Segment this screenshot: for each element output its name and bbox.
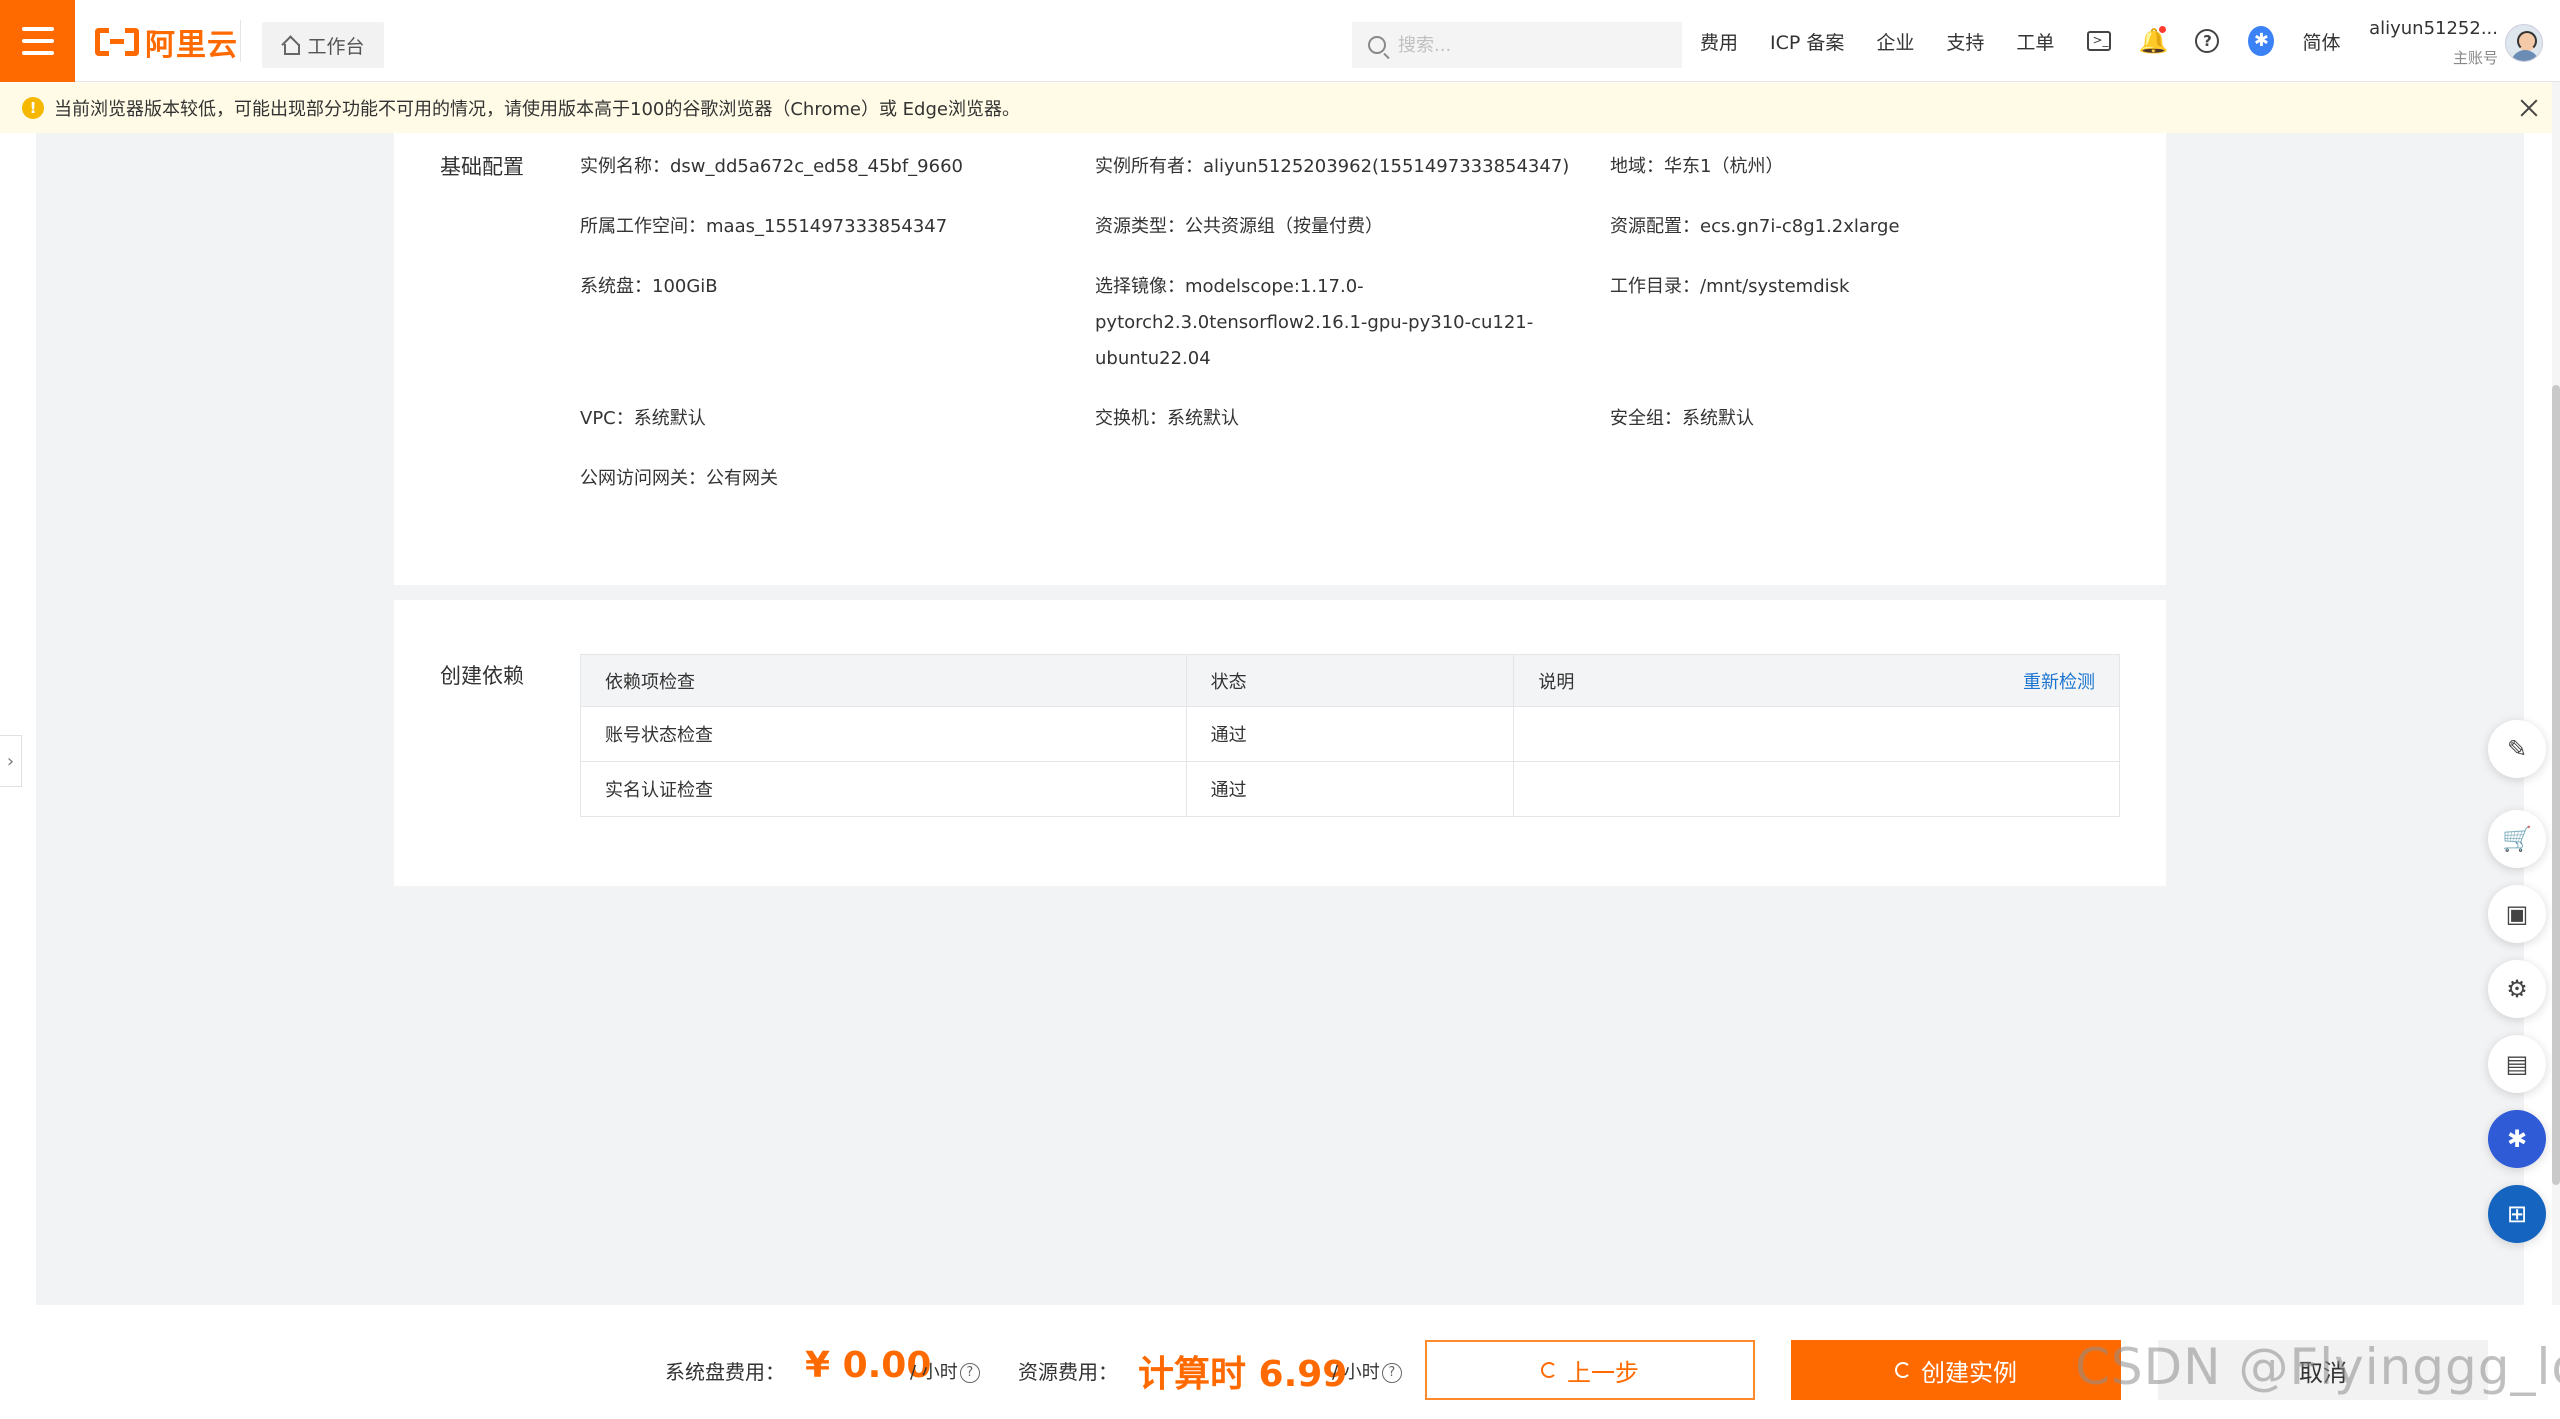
bell-icon[interactable]: 🔔 xyxy=(2139,26,2168,55)
cart-icon[interactable]: 🛒 xyxy=(2488,810,2546,868)
prev-step-button[interactable]: 上一步 xyxy=(1425,1340,1755,1400)
user-role: 主账号 xyxy=(2452,49,2498,67)
divider xyxy=(240,20,241,62)
ai-assistant-float-icon[interactable]: ✱ xyxy=(2488,1110,2546,1168)
public-gateway: 公网访问网关：公有网关 xyxy=(580,468,778,489)
vpc: VPC：系统默认 xyxy=(580,408,706,429)
status-badge: 通过 xyxy=(1185,706,1515,762)
dependency-item: 账号状态检查 xyxy=(580,706,1187,762)
dependency-table: 依赖项检查 状态 说明 重新检测 账号状态检查 通过 实名认证检查 通过 xyxy=(580,654,2120,817)
close-icon[interactable] xyxy=(2516,95,2542,121)
workbench-label: 工作台 xyxy=(307,35,365,58)
security-group: 安全组：系统默认 xyxy=(1610,408,1754,429)
nav-link-icp[interactable]: ICP 备案 xyxy=(1770,28,1844,55)
search-icon xyxy=(1368,36,1386,54)
dependency-item: 实名认证检查 xyxy=(580,761,1187,817)
resource-fee-unit: / 小时? xyxy=(1332,1358,1402,1384)
nav-link-support[interactable]: 支持 xyxy=(1946,28,1984,55)
cancel-label: 取消 xyxy=(2299,1358,2347,1387)
nav-link-fees[interactable]: 费用 xyxy=(1700,28,1738,55)
workbench-button[interactable]: 工作台 xyxy=(262,22,384,68)
resource-fee-price: 计算时 6.99 xyxy=(1138,1354,1348,1395)
warning-icon: ! xyxy=(22,97,44,119)
status-badge: 通过 xyxy=(1185,761,1515,817)
top-navbar: 阿里云 工作台 费用 ICP 备案 企业 支持 工单 >_ 🔔 ? ✱ 简体 a… xyxy=(0,0,2560,82)
table-header-row: 依赖项检查 状态 说明 重新检测 xyxy=(580,654,2120,707)
notification-dot xyxy=(2159,26,2167,33)
search-input[interactable] xyxy=(1398,34,1658,56)
region: 地域：华东1（杭州） xyxy=(1610,156,1784,177)
chevron-right-icon[interactable]: › xyxy=(0,735,22,787)
cancel-button[interactable]: 取消 xyxy=(2158,1340,2488,1400)
search-box[interactable] xyxy=(1352,22,1682,68)
column-header: 状态 xyxy=(1185,654,1515,707)
apps-grid-icon[interactable]: ⊞ xyxy=(2488,1185,2546,1243)
column-header-label: 说明 xyxy=(1538,671,1575,693)
dependency-note xyxy=(1513,761,2120,817)
per-hour-label: / 小时 xyxy=(1332,1362,1380,1383)
user-menu[interactable]: aliyun51252... 主账号 xyxy=(2368,18,2498,68)
resource-type: 资源类型：公共资源组（按量付费） xyxy=(1095,216,1383,237)
nav-links: 费用 ICP 备案 企业 支持 工单 >_ 🔔 ? ✱ 简体 xyxy=(1700,0,2372,82)
instance-name: 实例名称：dsw_dd5a672c_ed58_45bf_9660 xyxy=(580,156,963,177)
vswitch: 交换机：系统默认 xyxy=(1095,408,1239,429)
dependency-title: 创建依赖 xyxy=(440,664,524,688)
dependency-card: 创建依赖 依赖项检查 状态 说明 重新检测 账号状态检查 通过 实名认证检查 通过 xyxy=(394,600,2166,886)
resource-fee-label: 资源费用： xyxy=(1018,1360,1118,1384)
nav-link-tickets[interactable]: 工单 xyxy=(2016,28,2054,55)
prev-step-label: 上一步 xyxy=(1567,1358,1639,1387)
workspace: 所属工作空间：maas_1551497333854347 xyxy=(580,216,948,237)
column-header: 说明 重新检测 xyxy=(1513,654,2120,707)
table-row: 实名认证检查 通过 xyxy=(580,761,2120,817)
per-hour-label: / 小时 xyxy=(910,1362,958,1383)
aliyun-logo-icon xyxy=(95,28,139,56)
edit-icon[interactable]: ✎ xyxy=(2488,720,2546,778)
user-name: aliyun51252... xyxy=(2369,18,2498,39)
warning-text: 当前浏览器版本较低，可能出现部分功能不可用的情况，请使用版本高于100的谷歌浏览… xyxy=(54,99,1020,120)
loading-icon xyxy=(1541,1362,1557,1378)
gear-icon[interactable]: ⚙ xyxy=(2488,960,2546,1018)
image-line-3: ubuntu22.04 xyxy=(1095,348,1211,369)
basic-config-title: 基础配置 xyxy=(440,155,524,179)
work-directory: 工作目录：/mnt/systemdisk xyxy=(1610,276,1850,297)
scrollbar-thumb[interactable] xyxy=(2552,385,2560,1185)
help-icon[interactable]: ? xyxy=(2194,28,2220,54)
terminal-icon[interactable]: >_ xyxy=(2086,28,2112,54)
ai-assistant-icon[interactable]: ✱ xyxy=(2248,26,2275,56)
create-instance-button[interactable]: 创建实例 xyxy=(1791,1340,2121,1400)
system-disk: 系统盘：100GiB xyxy=(580,276,718,297)
instance-owner: 实例所有者：aliyun5125203962(1551497333854347) xyxy=(1095,156,1570,177)
loading-icon xyxy=(1895,1362,1911,1378)
language-switch[interactable]: 简体 xyxy=(2302,28,2340,55)
question-icon[interactable]: ? xyxy=(959,1363,980,1383)
aliyun-logo[interactable]: 阿里云 xyxy=(95,22,238,63)
disk-fee-unit: / 小时? xyxy=(910,1358,980,1384)
disk-fee-label: 系统盘费用： xyxy=(665,1360,785,1384)
resource-spec: 资源配置：ecs.gn7i-c8g1.2xlarge xyxy=(1610,216,1900,237)
home-icon xyxy=(281,36,301,55)
basic-config-card: 基础配置 实例名称：dsw_dd5a672c_ed58_45bf_9660 实例… xyxy=(394,133,2166,585)
browser-warning-banner: ! 当前浏览器版本较低，可能出现部分功能不可用的情况，请使用版本高于100的谷歌… xyxy=(0,83,2560,133)
monitor-icon[interactable]: ▤ xyxy=(2488,1035,2546,1093)
avatar[interactable] xyxy=(2505,24,2543,62)
nav-link-enterprise[interactable]: 企业 xyxy=(1876,28,1914,55)
dependency-note xyxy=(1513,706,2120,762)
menu-icon[interactable] xyxy=(0,0,75,82)
image-line-1: 选择镜像：modelscope:1.17.0- xyxy=(1095,276,1364,297)
question-icon[interactable]: ? xyxy=(1381,1363,1402,1383)
recheck-link[interactable]: 重新检测 xyxy=(2023,668,2095,694)
image-line-2: pytorch2.3.0tensorflow2.16.1-gpu-py310-c… xyxy=(1095,312,1534,333)
app-icon[interactable]: ▣ xyxy=(2488,885,2546,943)
table-row: 账号状态检查 通过 xyxy=(580,706,2120,762)
create-instance-label: 创建实例 xyxy=(1921,1358,2017,1387)
column-header: 依赖项检查 xyxy=(580,654,1187,707)
